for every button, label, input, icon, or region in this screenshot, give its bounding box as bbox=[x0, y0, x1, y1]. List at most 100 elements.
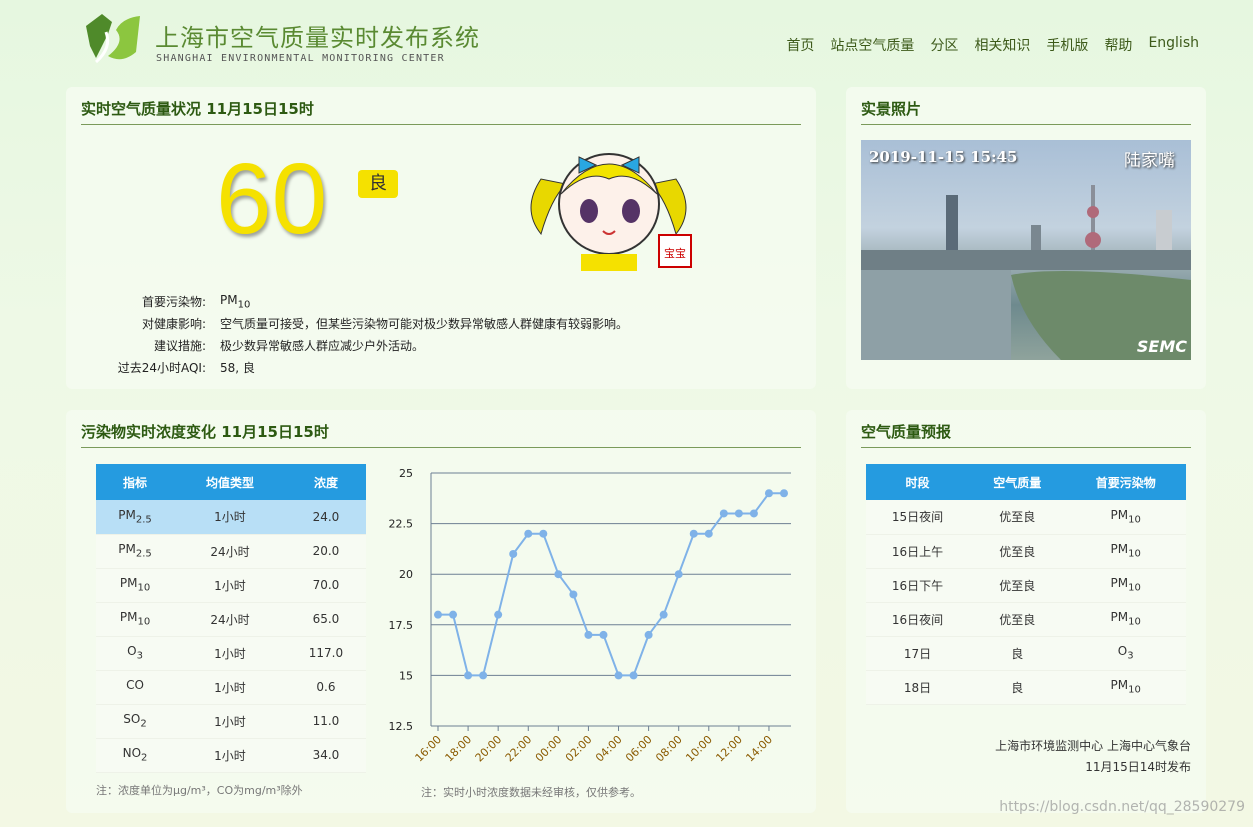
pollutant-name: O3 bbox=[96, 636, 175, 671]
data-point bbox=[599, 630, 608, 639]
concentration: 11.0 bbox=[285, 704, 366, 739]
info-value-text: 空气质量可接受，但某些污染物可能对极少数异常敏感人群健康有较弱影响。 bbox=[220, 317, 629, 331]
data-point bbox=[449, 610, 458, 619]
column-header: 空气质量 bbox=[969, 464, 1066, 500]
pollutant-symbol: NO bbox=[122, 746, 142, 761]
forecast-quality: 优至良 bbox=[969, 568, 1066, 603]
average-type: 1小时 bbox=[174, 704, 286, 739]
data-point bbox=[524, 529, 533, 538]
nav-item[interactable]: 首页 bbox=[786, 35, 814, 55]
aqi-value: 60 bbox=[216, 143, 328, 255]
nav-item[interactable]: 手机版 bbox=[1046, 35, 1088, 55]
info-value: 极少数异常敏感人群应减少户外活动。 bbox=[220, 337, 424, 354]
y-tick-label: 17.5 bbox=[389, 619, 414, 632]
y-tick-label: 20 bbox=[399, 568, 413, 581]
forecast-quality: 优至良 bbox=[969, 500, 1066, 535]
forecast-pollutant: PM10 bbox=[1065, 602, 1186, 637]
column-header: 时段 bbox=[866, 464, 969, 500]
photo-title: 实景照片 bbox=[861, 97, 1191, 125]
data-point bbox=[644, 630, 653, 639]
data-point bbox=[494, 610, 503, 619]
data-point bbox=[780, 489, 788, 498]
data-point bbox=[734, 509, 743, 518]
nav-item[interactable]: English bbox=[1148, 35, 1199, 55]
pollutant-symbol: PM bbox=[118, 508, 136, 523]
data-point bbox=[479, 671, 488, 680]
data-point bbox=[539, 529, 548, 538]
nav-item[interactable]: 相关知识 bbox=[974, 35, 1030, 55]
mascot-image: 宝宝 bbox=[530, 153, 692, 271]
info-value: 58, 良 bbox=[220, 359, 255, 376]
realtime-title: 实时空气质量状况 11月15日15时 bbox=[81, 97, 801, 125]
forecast-row: 16日上午 优至良 PM10 bbox=[866, 534, 1186, 569]
aqi-level-badge: 良 bbox=[358, 170, 398, 198]
forecast-quality: 良 bbox=[969, 636, 1066, 671]
series-line bbox=[438, 492, 784, 677]
forecast-pollutant: PM10 bbox=[1065, 670, 1186, 705]
x-tick-label: 16:00 bbox=[413, 733, 445, 765]
nav-item[interactable]: 分区 bbox=[930, 35, 958, 55]
info-label: 建议措施: bbox=[153, 339, 206, 353]
pollutant-subscript: 10 bbox=[137, 582, 151, 594]
forecast-period: 16日上午 bbox=[866, 534, 969, 569]
live-photo[interactable]: 2019-11-15 15:45 陆家嘴 SEMC bbox=[861, 140, 1191, 360]
pollutant-row[interactable]: O3 1小时 117.0 bbox=[96, 636, 366, 671]
forecast-row: 16日下午 优至良 PM10 bbox=[866, 568, 1186, 603]
concentration: 24.0 bbox=[285, 500, 366, 535]
x-tick-label: 02:00 bbox=[563, 733, 595, 765]
pollutant-subscript: 2 bbox=[141, 752, 148, 764]
forecast-footer: 上海市环境监测中心 上海中心气象台 11月15日14时发布 bbox=[995, 736, 1191, 778]
data-point bbox=[584, 630, 593, 639]
data-point bbox=[719, 509, 728, 518]
nav-item[interactable]: 帮助 bbox=[1104, 35, 1132, 55]
pollutant-subscript: 10 bbox=[1128, 514, 1141, 526]
concentration: 0.6 bbox=[285, 670, 366, 705]
forecast-quality: 良 bbox=[969, 670, 1066, 705]
pollutant-name: CO bbox=[96, 670, 175, 705]
pm25-line-chart: 12.5 15 17.5 20 22.5 25 16:0018:0020:0022:0000… bbox=[389, 467, 791, 765]
forecast-quality: 优至良 bbox=[969, 534, 1066, 569]
column-header: 均值类型 bbox=[174, 464, 286, 500]
forecast-issuer: 上海市环境监测中心 上海中心气象台 bbox=[995, 739, 1191, 753]
pollutant-row[interactable]: SO2 1小时 11.0 bbox=[96, 704, 366, 739]
nav-item[interactable]: 站点空气质量 bbox=[830, 35, 914, 55]
pollutant-subscript: 10 bbox=[1128, 684, 1141, 696]
x-tick-label: 20:00 bbox=[473, 733, 505, 765]
forecast-row: 15日夜间 优至良 PM10 bbox=[866, 500, 1186, 535]
pollutant-row[interactable]: PM2.5 24小时 20.0 bbox=[96, 534, 366, 569]
pollutant-subscript: 10 bbox=[137, 616, 151, 628]
pollutant-row[interactable]: NO2 1小时 34.0 bbox=[96, 738, 366, 773]
pollutant-subscript: 3 bbox=[136, 650, 143, 662]
x-tick-label: 06:00 bbox=[623, 733, 655, 765]
info-label: 对健康影响: bbox=[141, 317, 206, 331]
svg-text:宝宝: 宝宝 bbox=[664, 246, 686, 260]
data-point bbox=[764, 489, 773, 498]
pollutant-name: PM10 bbox=[96, 568, 175, 603]
x-tick-label: 14:00 bbox=[743, 733, 775, 765]
pollutant-row[interactable]: CO 1小时 0.6 bbox=[96, 670, 366, 705]
pollutant-row[interactable]: PM10 1小时 70.0 bbox=[96, 568, 366, 603]
site-subtitle: SHANGHAI ENVIRONMENTAL MONITORING CENTER bbox=[156, 53, 445, 64]
data-point bbox=[674, 570, 683, 579]
pollutant-row[interactable]: PM2.5 1小时 24.0 bbox=[96, 500, 366, 535]
pollutants-table: 指标 均值类型 浓度 PM2.5 1小时 24.0 PM2.5 24小时 20.0 PM10 1小时… bbox=[96, 464, 366, 773]
pollutant-symbol: O bbox=[1117, 644, 1128, 659]
pollutant-row[interactable]: PM10 24小时 65.0 bbox=[96, 602, 366, 637]
data-point bbox=[659, 610, 668, 619]
concentration: 70.0 bbox=[285, 568, 366, 603]
data-point bbox=[464, 671, 473, 680]
pollutants-panel: 污染物实时浓度变化 11月15日15时 指标 均值类型 浓度 PM2.5 1小时 24.0… bbox=[66, 410, 816, 813]
forecast-row: 16日夜间 优至良 PM10 bbox=[866, 602, 1186, 637]
pollutant-name: PM2.5 bbox=[96, 500, 175, 535]
info-value-text: 58, 良 bbox=[220, 361, 255, 375]
forecast-pollutant: PM10 bbox=[1065, 534, 1186, 569]
forecast-pollutant: O3 bbox=[1065, 636, 1186, 671]
pollutant-symbol: SO bbox=[123, 712, 141, 727]
average-type: 1小时 bbox=[174, 636, 286, 671]
site-title: 上海市空气质量实时发布系统 bbox=[155, 24, 480, 52]
pollutant-symbol: PM bbox=[119, 610, 138, 625]
info-value: 空气质量可接受，但某些污染物可能对极少数异常敏感人群健康有较弱影响。 bbox=[220, 315, 628, 332]
concentration: 65.0 bbox=[285, 602, 366, 637]
data-point bbox=[629, 671, 638, 680]
x-tick-label: 18:00 bbox=[443, 733, 475, 765]
